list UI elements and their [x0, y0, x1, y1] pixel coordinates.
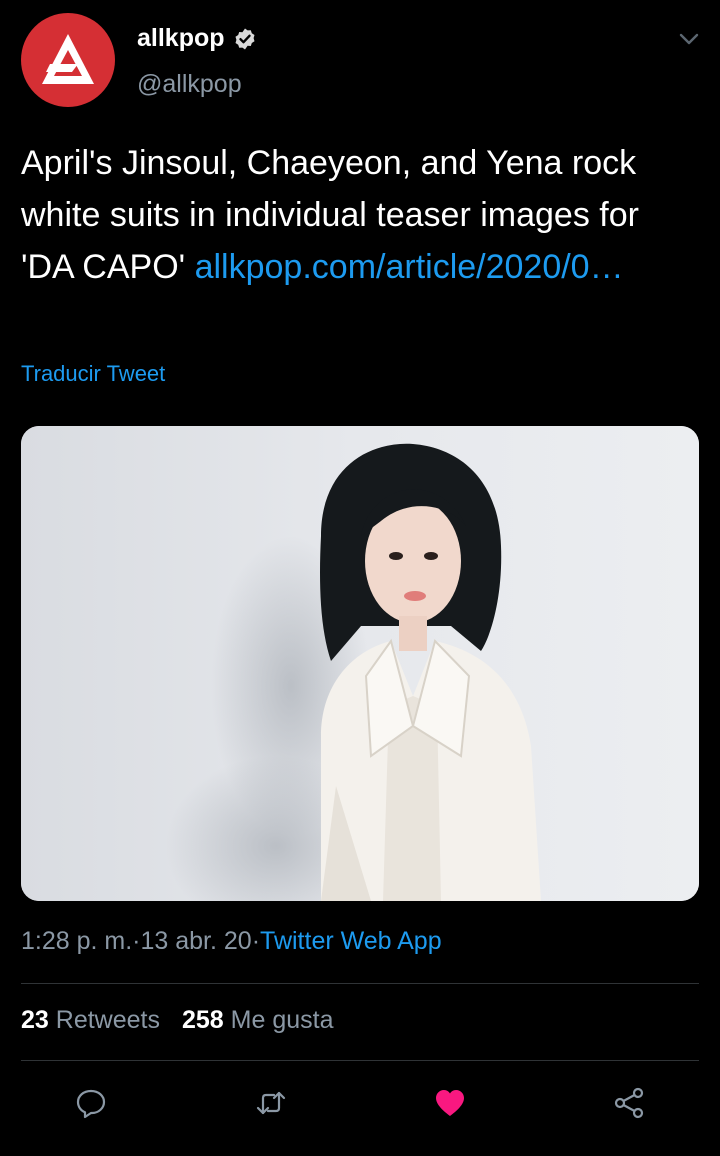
verified-badge-icon [235, 28, 255, 49]
retweet-button[interactable] [251, 1083, 291, 1123]
share-button[interactable] [609, 1083, 649, 1123]
retweets-label: Retweets [55, 1006, 160, 1034]
retweets-stat[interactable]: 23 Retweets [21, 1006, 160, 1035]
tweet-source-link[interactable]: Twitter Web App [260, 927, 442, 956]
tweet-meta: 1:28 p. m. · 13 abr. 20 · Twitter Web Ap… [21, 927, 442, 956]
tweet-media-image[interactable] [21, 426, 699, 901]
meta-separator: · [251, 927, 261, 955]
display-name-row[interactable]: allkpop [137, 24, 257, 53]
tweet-time: 1:28 p. m. [21, 927, 133, 955]
divider [21, 983, 699, 984]
reply-icon [76, 1089, 106, 1119]
tweet-link[interactable]: allkpop.com/article/2020/0… [195, 248, 624, 286]
translate-tweet-link[interactable]: Traducir Tweet [21, 361, 165, 387]
tweet-stats: 23 Retweets 258 Me gusta [21, 1006, 334, 1035]
retweets-count: 23 [21, 1006, 49, 1034]
divider [21, 1060, 699, 1061]
tweet-detail: allkpop @allkpop April's Jinsoul, Chaeye… [0, 0, 720, 1156]
likes-stat[interactable]: 258 Me gusta [182, 1006, 334, 1035]
share-icon [614, 1087, 644, 1119]
display-name[interactable]: allkpop [137, 24, 225, 53]
photo-placeholder [21, 426, 699, 901]
heart-filled-icon [436, 1090, 464, 1116]
allkpop-logo-icon [42, 34, 94, 84]
likes-label: Me gusta [230, 1006, 334, 1034]
reply-button[interactable] [71, 1083, 111, 1123]
retweet-icon [256, 1091, 286, 1115]
likes-count: 258 [181, 1006, 224, 1034]
chevron-down-icon[interactable] [676, 28, 702, 50]
handle[interactable]: @allkpop [137, 70, 242, 99]
tweet-date: 13 abr. 20 [140, 927, 252, 955]
tweet-body: April's Jinsoul, Chaeyeon, and Yena rock… [21, 137, 691, 293]
like-button[interactable] [430, 1083, 470, 1123]
meta-separator: · [132, 927, 141, 955]
avatar[interactable] [21, 13, 115, 107]
